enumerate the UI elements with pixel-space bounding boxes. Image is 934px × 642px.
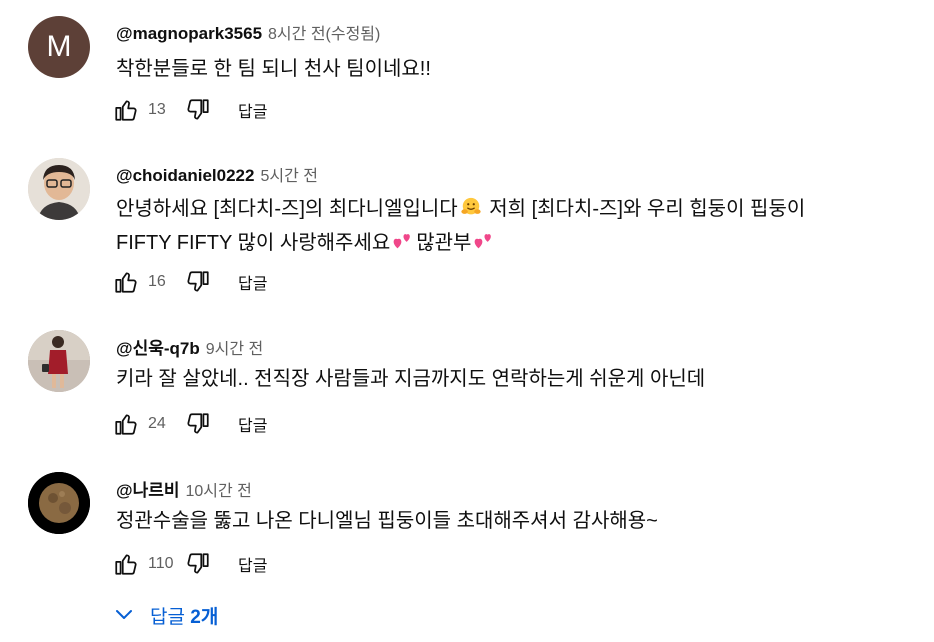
reply-button[interactable]: 답글 bbox=[238, 98, 267, 122]
thumbs-down-icon bbox=[187, 413, 209, 434]
reply-button[interactable]: 답글 bbox=[238, 412, 267, 436]
thumbs-up-icon bbox=[115, 272, 137, 293]
like-button[interactable] bbox=[108, 264, 144, 300]
two-hearts-emoji bbox=[475, 234, 492, 249]
replies-toggle-label: 답글 2개 bbox=[150, 602, 218, 629]
comment-text: 키라 잘 살았네.. 전직장 사람들과 지금까지도 연락하는게 쉬운게 아닌데 bbox=[116, 368, 706, 390]
like-count: 24 bbox=[148, 415, 166, 432]
thumbs-up-icon bbox=[115, 414, 137, 435]
comment-time[interactable]: 8시간 전(수정됨) bbox=[268, 20, 380, 44]
comment-header: @나르비 10시간 전 bbox=[116, 476, 252, 502]
author-name[interactable]: @magnopark3565 bbox=[116, 24, 262, 44]
like-count: 110 bbox=[148, 555, 174, 572]
like-button[interactable] bbox=[108, 546, 144, 582]
like-count: 16 bbox=[148, 273, 166, 290]
comment-text-part: FIFTY FIFTY 많이 사랑해주세요 bbox=[116, 232, 391, 254]
avatar-photo bbox=[28, 472, 90, 534]
avatar[interactable]: M bbox=[28, 16, 90, 78]
author-name[interactable]: @신욱-q7b bbox=[116, 334, 200, 359]
comment-text: 정관수술을 뚫고 나온 다니엘님 핍둥이들 초대해주셔서 감사해용~ bbox=[116, 510, 658, 532]
comment-time[interactable]: 9시간 전 bbox=[206, 335, 264, 359]
comment-actions: 13 답글 bbox=[108, 92, 267, 128]
thumbs-down-icon bbox=[187, 271, 209, 292]
chevron-down-icon bbox=[116, 610, 132, 619]
dislike-button[interactable] bbox=[180, 92, 216, 128]
comment-actions: 16 답글 bbox=[108, 264, 267, 300]
comment-actions: 24 답글 bbox=[108, 406, 267, 442]
reply-button[interactable]: 답글 bbox=[238, 552, 267, 576]
like-button[interactable] bbox=[108, 92, 144, 128]
avatar-photo bbox=[28, 330, 90, 392]
comment-text: 안녕하세요 [최다치-즈]의 최다니엘입니다 저희 [최다치-즈]와 우리 힙둥… bbox=[116, 192, 805, 260]
hugging-face-emoji bbox=[461, 197, 481, 215]
author-name[interactable]: @나르비 bbox=[116, 476, 180, 501]
avatar[interactable] bbox=[28, 158, 90, 220]
comment-text-part: 저희 [최다치-즈]와 우리 힙둥이 핍둥이 bbox=[483, 198, 806, 220]
thumbs-down-icon bbox=[187, 553, 209, 574]
reply-button[interactable]: 답글 bbox=[238, 270, 267, 294]
comment-time[interactable]: 10시간 전 bbox=[186, 477, 252, 501]
avatar[interactable] bbox=[28, 472, 90, 534]
avatar[interactable] bbox=[28, 330, 90, 392]
thumbs-up-icon bbox=[115, 100, 137, 121]
comment-header: @신욱-q7b 9시간 전 bbox=[116, 334, 263, 360]
avatar-photo bbox=[28, 158, 90, 220]
comment-time[interactable]: 5시간 전 bbox=[260, 162, 318, 186]
two-hearts-emoji bbox=[393, 234, 411, 249]
comment-header: @magnopark3565 8시간 전(수정됨) bbox=[116, 20, 380, 46]
dislike-button[interactable] bbox=[180, 264, 216, 300]
author-name[interactable]: @choidaniel0222 bbox=[116, 166, 254, 186]
dislike-button[interactable] bbox=[180, 546, 216, 582]
comment-header: @choidaniel0222 5시간 전 bbox=[116, 162, 318, 188]
thumbs-down-icon bbox=[187, 99, 209, 120]
dislike-button[interactable] bbox=[180, 406, 216, 442]
comment-actions: 110 답글 bbox=[108, 546, 267, 582]
replies-label-text: 답글 bbox=[150, 606, 185, 628]
comments-section: M @magnopark3565 8시간 전(수정됨) 착한분들로 한 팀 되니… bbox=[0, 0, 934, 642]
comment-text: 착한분들로 한 팀 되니 천사 팀이네요!! bbox=[116, 58, 431, 80]
comment-text-part: 많관부 bbox=[416, 232, 472, 254]
like-button[interactable] bbox=[108, 406, 144, 442]
like-count: 13 bbox=[148, 101, 166, 118]
replies-count: 2개 bbox=[190, 606, 219, 628]
comment-text-part: 안녕하세요 [최다치-즈]의 최다니엘입니다 bbox=[116, 198, 458, 220]
thumbs-up-icon bbox=[115, 554, 137, 575]
show-replies-button[interactable]: 답글 2개 bbox=[112, 598, 218, 632]
